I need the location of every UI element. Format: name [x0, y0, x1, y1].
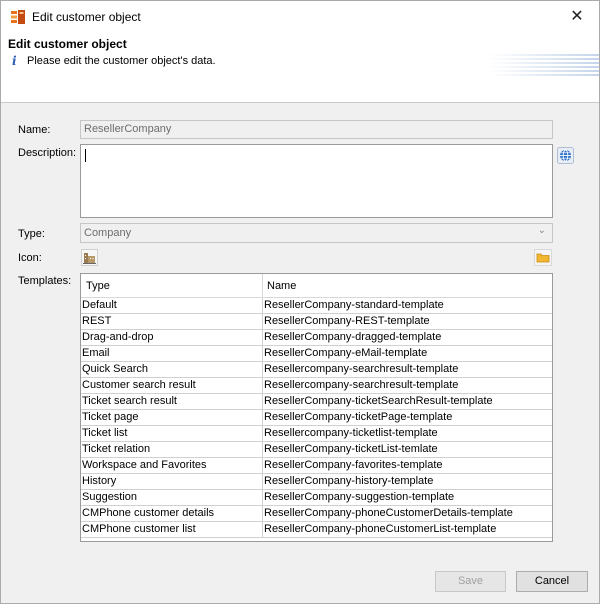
window-title: Edit customer object [32, 10, 141, 24]
template-name-cell: ResellerCompany-dragged-template [264, 331, 442, 343]
template-type-cell: Ticket page [82, 411, 139, 423]
header-title: Edit customer object [8, 37, 127, 51]
header-description: Please edit the customer object's data. [27, 55, 216, 67]
choose-icon-button[interactable] [534, 249, 552, 266]
template-name-cell: Resellercompany-searchresult-template [264, 363, 459, 375]
app-logo-icon [11, 10, 25, 24]
template-name-cell: ResellerCompany-phoneCustomerDetails-tem… [264, 507, 513, 519]
table-row[interactable]: Ticket page ResellerCompany-ticketPage-te… [81, 410, 552, 426]
table-row[interactable]: Email ResellerCompany-eMail-template [81, 346, 552, 362]
template-name-cell: ResellerCompany-favorites-template [264, 459, 443, 471]
table-row[interactable]: Workspace and Favorites ResellerCompany-f… [81, 458, 552, 474]
template-type-cell: REST [82, 315, 112, 327]
template-type-cell: Ticket relation [82, 443, 151, 455]
type-label: Type: [18, 228, 45, 240]
dialog-header: Edit customer object i Please edit the c… [1, 32, 599, 103]
template-type-cell: History [82, 475, 117, 487]
description-textarea[interactable] [80, 144, 553, 218]
template-name-cell: ResellerCompany-ticketList-temlate [264, 443, 438, 455]
template-type-cell: Workspace and Favorites [82, 459, 207, 471]
template-name-cell: ResellerCompany-phoneCustomerList-templa… [264, 523, 497, 535]
template-type-cell: Quick Search [82, 363, 149, 375]
name-field[interactable]: ResellerCompany [80, 120, 553, 139]
template-name-cell: Resellercompany-searchresult-template [264, 379, 459, 391]
template-name-cell: ResellerCompany-suggestion-template [264, 491, 455, 503]
company-building-icon[interactable] [81, 249, 98, 266]
translate-globe-icon[interactable] [557, 147, 574, 164]
template-type-cell: Ticket search result [82, 395, 177, 407]
column-header-name[interactable]: Name [267, 280, 296, 292]
table-row[interactable]: Quick Search Resellercompany-searchresult… [81, 362, 552, 378]
folder-icon [536, 253, 550, 263]
cancel-button[interactable]: Cancel [516, 571, 588, 592]
text-caret [85, 149, 86, 162]
chevron-down-icon: ⌄ [537, 225, 546, 236]
dialog-window: Edit customer object ✕ Edit customer obj… [0, 0, 600, 604]
close-icon: ✕ [570, 8, 584, 25]
template-type-cell: Customer search result [82, 379, 196, 391]
template-name-cell: ResellerCompany-ticketSearchResult-templ… [264, 395, 493, 407]
templates-table[interactable]: Type Name Default ResellerCompany-standar… [80, 273, 553, 542]
template-type-cell: Ticket list [82, 427, 128, 439]
table-row[interactable]: History ResellerCompany-history-template [81, 474, 552, 490]
template-name-cell: ResellerCompany-ticketPage-template [264, 411, 453, 423]
table-row[interactable]: CMPhone customer details ResellerCompany-… [81, 506, 552, 522]
template-type-cell: Default [82, 299, 117, 311]
header-decoration [489, 54, 599, 82]
column-header-type[interactable]: Type [86, 280, 110, 292]
template-name-cell: ResellerCompany-REST-template [264, 315, 430, 327]
template-name-cell: ResellerCompany-eMail-template [264, 347, 428, 359]
info-icon: i [12, 54, 17, 68]
table-row[interactable]: Default ResellerCompany-standard-template [81, 298, 552, 314]
template-name-cell: ResellerCompany-history-template [264, 475, 434, 487]
table-row[interactable]: Ticket search result ResellerCompany-tick… [81, 394, 552, 410]
template-type-cell: Drag-and-drop [82, 331, 154, 343]
template-type-cell: CMPhone customer details [82, 507, 215, 519]
type-dropdown[interactable]: Company ⌄ [80, 223, 553, 243]
type-dropdown-value: Company [84, 227, 132, 239]
icon-label: Icon: [18, 252, 42, 264]
template-type-cell: CMPhone customer list [82, 523, 196, 535]
table-row[interactable]: Customer search result Resellercompany-se… [81, 378, 552, 394]
close-button[interactable]: ✕ [555, 1, 599, 32]
description-label: Description: [18, 147, 77, 159]
table-row[interactable]: Ticket relation ResellerCompany-ticketLis… [81, 442, 552, 458]
template-name-cell: ResellerCompany-standard-template [264, 299, 444, 311]
title-bar: Edit customer object ✕ [1, 1, 599, 32]
templates-label: Templates: [18, 275, 72, 287]
template-type-cell: Suggestion [82, 491, 138, 503]
table-row[interactable]: Drag-and-drop ResellerCompany-dragged-tem… [81, 330, 552, 346]
template-name-cell: Resellercompany-ticketlist-template [264, 427, 438, 439]
table-row[interactable]: REST ResellerCompany-REST-template [81, 314, 552, 330]
table-body: Default ResellerCompany-standard-template… [81, 298, 552, 538]
table-header: Type Name [81, 274, 552, 298]
name-label: Name: [18, 124, 51, 136]
template-type-cell: Email [82, 347, 110, 359]
table-row[interactable]: CMPhone customer list ResellerCompany-pho… [81, 522, 552, 538]
table-row[interactable]: Suggestion ResellerCompany-suggestion-tem… [81, 490, 552, 506]
save-button[interactable]: Save [435, 571, 506, 592]
table-row[interactable]: Ticket list Resellercompany-ticketlist-te… [81, 426, 552, 442]
